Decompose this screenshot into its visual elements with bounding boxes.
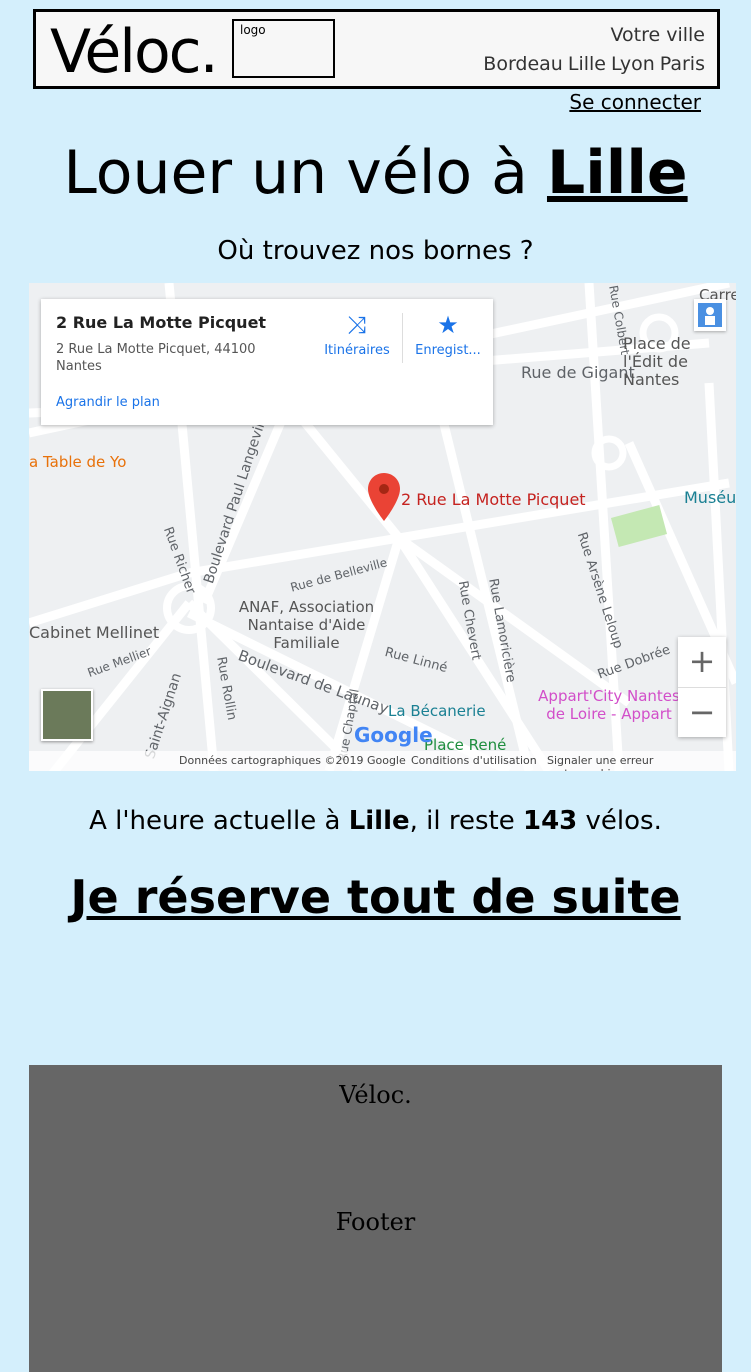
logo-text: logo	[240, 23, 266, 37]
city-links: Bordeau Lille Lyon Paris	[478, 53, 705, 75]
page-title: Louer un vélo à Lille	[0, 140, 751, 206]
brand-name: Véloc.	[50, 17, 219, 87]
directions-label: Itinéraires	[324, 343, 390, 358]
marker-label: 2 Rue La Motte Picquet	[401, 490, 586, 509]
save-button[interactable]: ★ Enregist...	[409, 311, 487, 358]
card-divider	[402, 313, 403, 363]
availability-text: A l'heure actuelle à Lille, il reste 143…	[0, 806, 751, 836]
footer-brand: Véloc.	[339, 1081, 412, 1109]
city-link-paris[interactable]: Paris	[660, 53, 705, 75]
reserve-link[interactable]: Je réserve tout de suite	[0, 870, 751, 924]
poi-label: a Table de Yo	[29, 453, 127, 471]
availability-city: Lille	[348, 806, 410, 836]
availability-part: , il reste	[409, 806, 523, 836]
title-city[interactable]: Lille	[547, 138, 688, 208]
title-prefix: Louer un vélo à	[63, 138, 547, 208]
login-link[interactable]: Se connecter	[569, 90, 701, 114]
report-error-link[interactable]: Signaler une erreur cartographique	[547, 754, 736, 771]
satellite-toggle[interactable]	[41, 689, 93, 741]
terms-link[interactable]: Conditions d'utilisation	[411, 754, 537, 767]
directions-button[interactable]: ⤨ Itinéraires	[317, 311, 397, 358]
poi-label: Muséu	[684, 488, 736, 507]
availability-part: vélos.	[577, 806, 662, 836]
footer-text: Footer	[335, 1208, 416, 1236]
street-view-pegman-icon[interactable]	[694, 299, 726, 331]
poi-label: Place de l'Édit de Nantes	[623, 334, 691, 389]
zoom-in-button[interactable]: +	[678, 637, 726, 687]
directions-icon: ⤨	[347, 311, 367, 339]
city-link-bordeau[interactable]: Bordeau	[483, 53, 563, 75]
poi-label: Appart'City Nantes de Loire - Appart	[538, 687, 680, 723]
site-header: Véloc. logo Votre ville Bordeau Lille Lyon…	[33, 9, 720, 89]
availability-part: A l'heure actuelle à	[89, 806, 349, 836]
city-link-lyon[interactable]: Lyon	[611, 53, 655, 75]
map-subheading: Où trouvez nos bornes ?	[217, 236, 534, 266]
star-icon: ★	[437, 311, 459, 339]
zoom-controls: + −	[678, 637, 726, 737]
city-title: Votre ville	[610, 24, 706, 46]
map-attribution: Données cartographiques ©2019 Google Con…	[29, 751, 736, 771]
zoom-out-button[interactable]: −	[678, 687, 726, 738]
map-embed[interactable]: Rue de Gigant Rue de Belleville Boulevar…	[29, 283, 736, 771]
poi-label: La Bécanerie	[388, 702, 486, 720]
google-logo: Google	[354, 723, 433, 747]
poi-label: ANAF, Association Nantaise d'Aide Famili…	[238, 598, 375, 652]
logo-placeholder: logo	[232, 19, 335, 78]
city-link-lille[interactable]: Lille	[568, 53, 606, 75]
place-card-title: 2 Rue La Motte Picquet	[56, 313, 267, 332]
map-pin-icon[interactable]	[368, 473, 400, 523]
attribution-data: Données cartographiques ©2019 Google	[179, 754, 406, 767]
enlarge-map-link[interactable]: Agrandir le plan	[56, 395, 160, 410]
place-card-address: 2 Rue La Motte Picquet, 44100 Nantes	[56, 342, 256, 374]
place-card: 2 Rue La Motte Picquet 2 Rue La Motte Pi…	[41, 299, 493, 425]
site-footer: Véloc. Footer	[29, 1065, 722, 1372]
bike-count: 143	[522, 806, 578, 836]
street-label: Rue de Gigant	[521, 363, 635, 382]
save-label: Enregist...	[415, 343, 481, 358]
poi-label: Cabinet Mellinet	[29, 623, 160, 642]
